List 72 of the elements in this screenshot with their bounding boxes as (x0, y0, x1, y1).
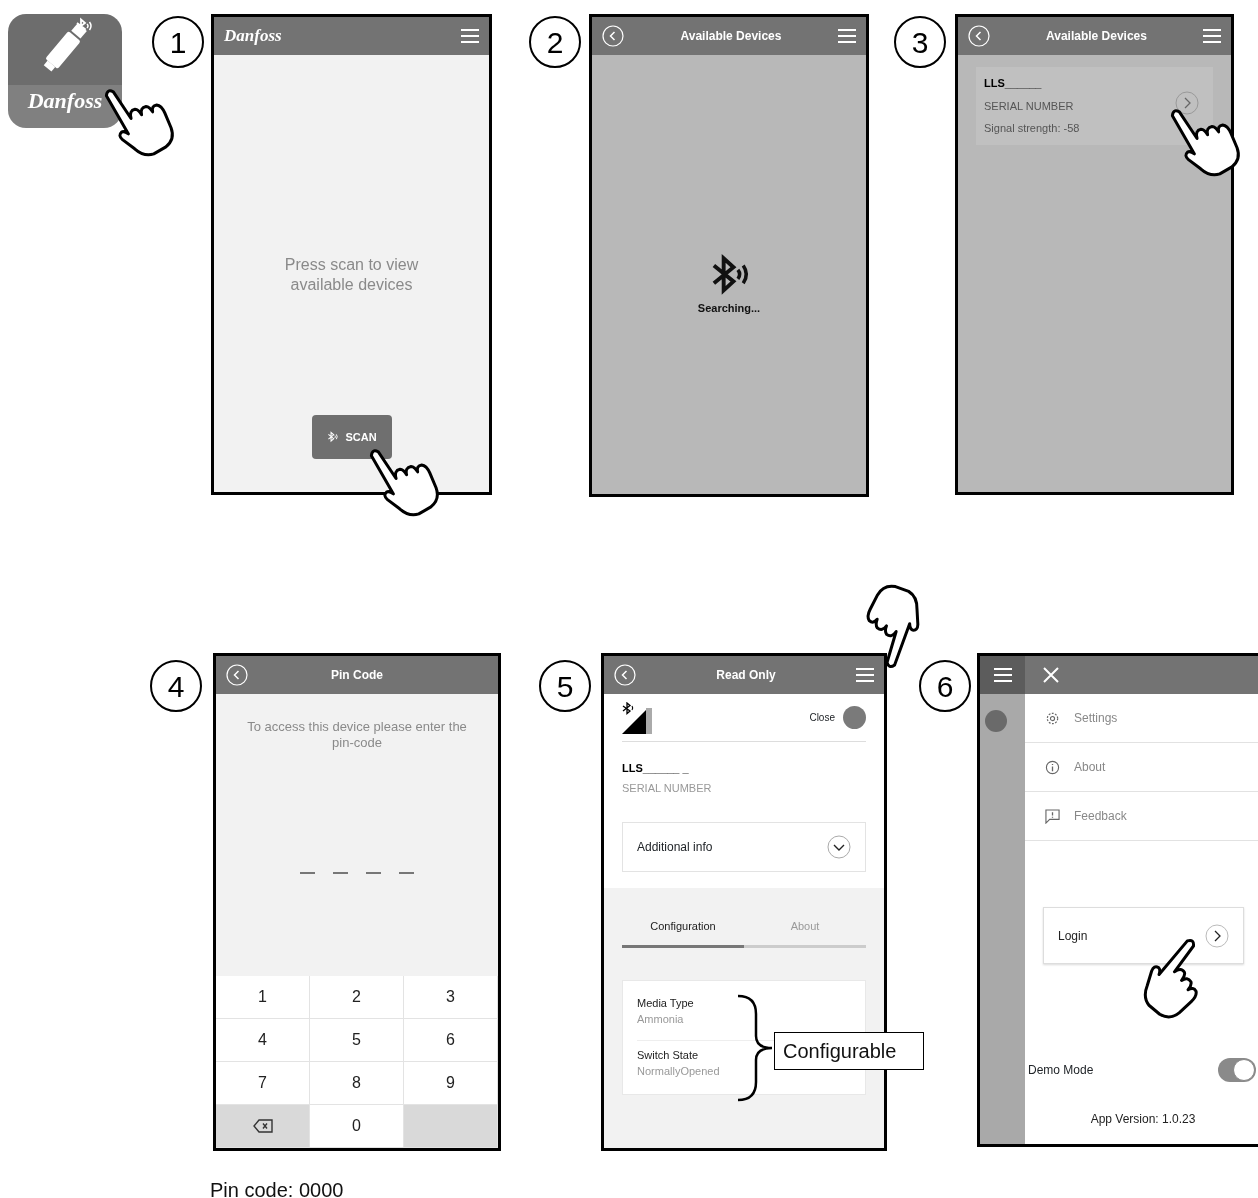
field-label: Switch State (637, 1047, 699, 1063)
back-icon[interactable] (602, 25, 624, 47)
keypad-key[interactable]: 2 (310, 976, 404, 1019)
backspace-icon (252, 1119, 273, 1133)
signal-strength-icon (622, 701, 654, 734)
close-button[interactable] (843, 706, 866, 729)
serial-number: SERIAL NUMBER (984, 98, 1074, 114)
field-label: Media Type (637, 995, 694, 1011)
serial-number: SERIAL NUMBER (622, 780, 712, 796)
brand-logo: Danfoss (224, 25, 283, 48)
tab[interactable]: Configuration (622, 908, 744, 945)
close-icon[interactable] (1043, 667, 1059, 683)
menu-icon[interactable] (856, 668, 874, 682)
chevron-right-icon[interactable] (1175, 91, 1199, 115)
keypad-key[interactable]: 9 (404, 1062, 498, 1105)
status-text: Searching... (697, 300, 761, 316)
screen-title: Read Only (715, 667, 777, 684)
demo-mode-label: Demo Mode (1028, 1062, 1094, 1079)
step-number: 4 (150, 660, 202, 712)
keypad-key[interactable]: 6 (404, 1019, 498, 1062)
keypad-key[interactable]: 8 (310, 1062, 404, 1105)
keypad-key[interactable]: 1 (216, 976, 310, 1019)
keypad-key[interactable]: 0 (310, 1105, 404, 1148)
app-icon[interactable]: Danfoss (8, 14, 122, 128)
chevron-right-icon (1205, 923, 1229, 948)
menu-icon[interactable] (461, 29, 479, 43)
chevron-down-icon[interactable] (827, 835, 851, 859)
menu-icon[interactable] (993, 668, 1012, 682)
backspace-key[interactable] (216, 1105, 310, 1148)
keypad-key[interactable]: 4 (216, 1019, 310, 1062)
info-icon (1045, 759, 1060, 775)
back-icon[interactable] (968, 25, 990, 47)
signal-strength: Signal strength: -58 (984, 121, 1080, 136)
pin-note: Pin code: 0000 (210, 1178, 345, 1198)
callout-label: Configurable (774, 1032, 924, 1070)
device-name: LLS______ _ (622, 761, 690, 776)
app-version: App Version: 1.0.23 (1089, 1111, 1197, 1128)
keypad-key[interactable]: 5 (310, 1019, 404, 1062)
keypad-key[interactable]: 3 (404, 976, 498, 1019)
step-number: 3 (894, 16, 946, 68)
demo-mode-switch[interactable] (1218, 1058, 1256, 1082)
accordion-header[interactable]: Additional info (622, 822, 866, 872)
back-icon[interactable] (226, 664, 248, 686)
step-number: 5 (539, 660, 591, 712)
pin-slot (399, 871, 414, 874)
keypad-key[interactable]: 7 (216, 1062, 310, 1105)
menu-icon[interactable] (838, 29, 856, 43)
bluetooth-icon (326, 431, 340, 443)
empty-message: Press scan to view available devices (283, 255, 420, 295)
step-number: 6 (919, 660, 971, 712)
menu-icon[interactable] (1203, 29, 1221, 43)
field-value: NormallyOpened (637, 1064, 720, 1079)
scan-button[interactable]: SCAN (311, 415, 392, 459)
pin-slot (366, 871, 381, 874)
screen-title: Pin Code (330, 667, 384, 684)
device-card[interactable]: LLS______ SERIAL NUMBER Signal strength: -58 (976, 67, 1213, 145)
back-icon[interactable] (614, 664, 636, 686)
step-number: 1 (152, 16, 204, 68)
login-button[interactable]: Login (1043, 907, 1244, 964)
screen-title: Available Devices (679, 28, 783, 45)
feedback-icon (1045, 808, 1060, 824)
screen-title: Available Devices (1045, 28, 1148, 45)
pin-slot (300, 871, 315, 874)
close-label: Close (809, 711, 835, 725)
pin-slot (333, 871, 348, 874)
device-name: LLS______ (984, 76, 1043, 91)
accordion-label: Additional info (637, 839, 713, 856)
pin-prompt: To access this device please enter the pin-code (246, 719, 468, 752)
status-dot (985, 710, 1007, 732)
step-number: 2 (529, 16, 581, 68)
settings-icon (1045, 710, 1060, 726)
field-value: Ammonia (637, 1012, 684, 1027)
